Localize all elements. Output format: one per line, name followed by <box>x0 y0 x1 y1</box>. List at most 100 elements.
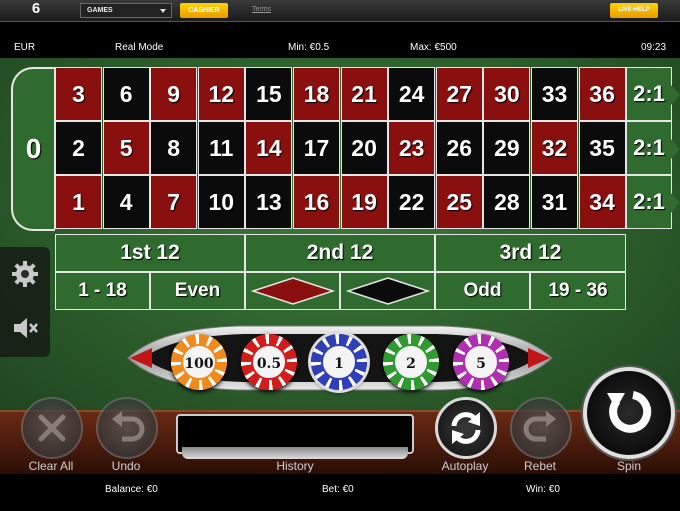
history-tray <box>182 447 408 459</box>
undo-label: Undo <box>111 459 141 473</box>
bet-number-22[interactable]: 22 <box>388 175 436 229</box>
bet-number-9[interactable]: 9 <box>150 67 198 121</box>
bet-number-4[interactable]: 4 <box>102 175 150 229</box>
max-bet-label: Max: €500 <box>410 42 457 53</box>
spin-label: Spin <box>616 459 642 473</box>
spin-button[interactable] <box>583 367 675 459</box>
mode-label: Real Mode <box>115 42 164 53</box>
bet-number-11[interactable]: 11 <box>197 121 245 175</box>
chip-1[interactable]: 1 <box>311 334 367 390</box>
gear-icon[interactable] <box>10 259 40 289</box>
chip-value-label: 1 <box>321 344 357 380</box>
bet-number-20[interactable]: 20 <box>340 121 388 175</box>
undo-button[interactable] <box>96 397 158 459</box>
bet-number-7[interactable]: 7 <box>150 175 198 229</box>
chip-5[interactable]: 5 <box>453 334 509 390</box>
bet-number-26[interactable]: 26 <box>435 121 483 175</box>
chip-value-label: 100 <box>181 344 217 380</box>
bet-number-30[interactable]: 30 <box>483 67 531 121</box>
close-icon <box>38 414 66 442</box>
autoplay-label: Autoplay <box>441 459 489 473</box>
terms-link[interactable]: Terms <box>252 6 271 13</box>
bet-number-28[interactable]: 28 <box>483 175 531 229</box>
chevron-down-icon <box>160 9 166 13</box>
bet-even[interactable]: Even <box>150 272 245 310</box>
bet-number-23[interactable]: 23 <box>388 121 436 175</box>
chip-value-label: 5 <box>463 344 499 380</box>
bet-number-2[interactable]: 2 <box>55 121 102 175</box>
bet-number-14[interactable]: 14 <box>245 121 293 175</box>
bet-number-27[interactable]: 27 <box>435 67 483 121</box>
bet-number-21[interactable]: 21 <box>340 67 388 121</box>
bet-number-15[interactable]: 15 <box>245 67 293 121</box>
footer-bar: Balance: €0 Bet: €0 Win: €0 <box>0 478 680 511</box>
bet-number-32[interactable]: 32 <box>531 121 578 175</box>
undo-icon <box>112 411 145 442</box>
bet-number-12[interactable]: 12 <box>197 67 245 121</box>
bet-low[interactable]: 1 - 18 <box>55 272 150 310</box>
bet-high[interactable]: 19 - 36 <box>530 272 626 310</box>
clear-all-label: Clear All <box>28 459 74 473</box>
bet-number-33[interactable]: 33 <box>531 67 578 121</box>
bet-number-29[interactable]: 29 <box>483 121 531 175</box>
bet-number-10[interactable]: 10 <box>197 175 245 229</box>
rebet-button[interactable] <box>510 397 572 459</box>
bet-2nd-12[interactable]: 2nd 12 <box>245 234 435 272</box>
min-bet-label: Min: €0.5 <box>288 42 330 53</box>
autoplay-button[interactable] <box>435 397 497 459</box>
bet-number-25[interactable]: 25 <box>435 175 483 229</box>
black-diamond-icon <box>346 277 430 305</box>
top-bar: 6 GAMES CASHIER Terms LIVE-HELP <box>0 0 680 22</box>
casino-logo: 6 <box>28 1 44 21</box>
chip-2[interactable]: 2 <box>383 334 439 390</box>
rebet-label: Rebet <box>523 459 557 473</box>
info-bar: EUR Real Mode Min: €0.5 Max: €500 09:23 <box>0 40 680 56</box>
currency-label: EUR <box>14 42 36 53</box>
games-dropdown[interactable]: GAMES <box>80 3 172 18</box>
bet-number-31[interactable]: 31 <box>531 175 578 229</box>
red-diamond-icon <box>251 277 335 305</box>
bet-number-16[interactable]: 16 <box>293 175 340 229</box>
bet-black[interactable] <box>340 272 435 310</box>
column-bet-bottom[interactable]: 2:1 <box>626 175 680 229</box>
bet-odd[interactable]: Odd <box>435 272 530 310</box>
cashier-button[interactable]: CASHIER <box>180 3 228 18</box>
bet-number-5[interactable]: 5 <box>102 121 150 175</box>
bet-number-36[interactable]: 36 <box>578 67 626 121</box>
balance-value: Balance: €0 <box>105 484 158 495</box>
chip-0.5[interactable]: 0.5 <box>241 334 297 390</box>
bet-number-17[interactable]: 17 <box>293 121 340 175</box>
win-value: Win: €0 <box>526 484 560 495</box>
redo-icon <box>523 411 556 442</box>
live-help-button[interactable]: LIVE-HELP <box>610 3 658 18</box>
spin-icon <box>607 391 652 433</box>
side-panel <box>0 247 50 357</box>
bet-number-6[interactable]: 6 <box>102 67 150 121</box>
bet-number-35[interactable]: 35 <box>578 121 626 175</box>
games-dropdown-value: GAMES <box>87 7 113 14</box>
bet-value: Bet: €0 <box>322 484 354 495</box>
bet-number-3[interactable]: 3 <box>55 67 102 121</box>
bet-zero[interactable]: 0 <box>11 67 55 231</box>
history-label: History <box>276 459 314 473</box>
bet-number-19[interactable]: 19 <box>340 175 388 229</box>
bet-number-1[interactable]: 1 <box>55 175 102 229</box>
clock: 09:23 <box>641 42 667 53</box>
autoplay-icon <box>451 412 481 444</box>
column-bet-middle[interactable]: 2:1 <box>626 121 680 175</box>
bet-number-13[interactable]: 13 <box>245 175 293 229</box>
clear-all-button[interactable] <box>21 397 83 459</box>
chip-100[interactable]: 100 <box>171 334 227 390</box>
bet-number-18[interactable]: 18 <box>293 67 340 121</box>
bet-number-8[interactable]: 8 <box>150 121 198 175</box>
bet-1st-12[interactable]: 1st 12 <box>55 234 245 272</box>
chip-value-label: 0.5 <box>251 344 287 380</box>
sound-muted-icon[interactable] <box>10 313 40 343</box>
logo-number: 6 <box>31 0 41 17</box>
bet-red[interactable] <box>245 272 340 310</box>
bet-number-24[interactable]: 24 <box>388 67 436 121</box>
bet-3rd-12[interactable]: 3rd 12 <box>435 234 626 272</box>
bet-number-34[interactable]: 34 <box>578 175 626 229</box>
chip-value-label: 2 <box>393 344 429 380</box>
column-bet-top[interactable]: 2:1 <box>626 67 680 121</box>
